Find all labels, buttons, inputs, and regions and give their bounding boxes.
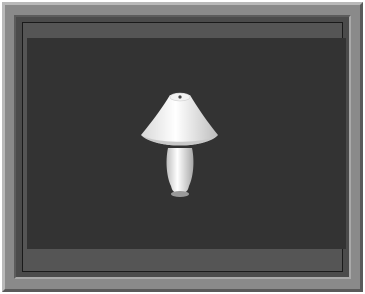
lamp-shade bbox=[141, 95, 218, 146]
lamp-finial bbox=[178, 95, 182, 99]
lamp-base bbox=[166, 148, 194, 193]
lamp-foot bbox=[171, 191, 189, 197]
table-lamp-icon[interactable] bbox=[27, 38, 346, 249]
product-viewer-page bbox=[0, 0, 365, 294]
3d-viewport[interactable] bbox=[27, 38, 346, 249]
